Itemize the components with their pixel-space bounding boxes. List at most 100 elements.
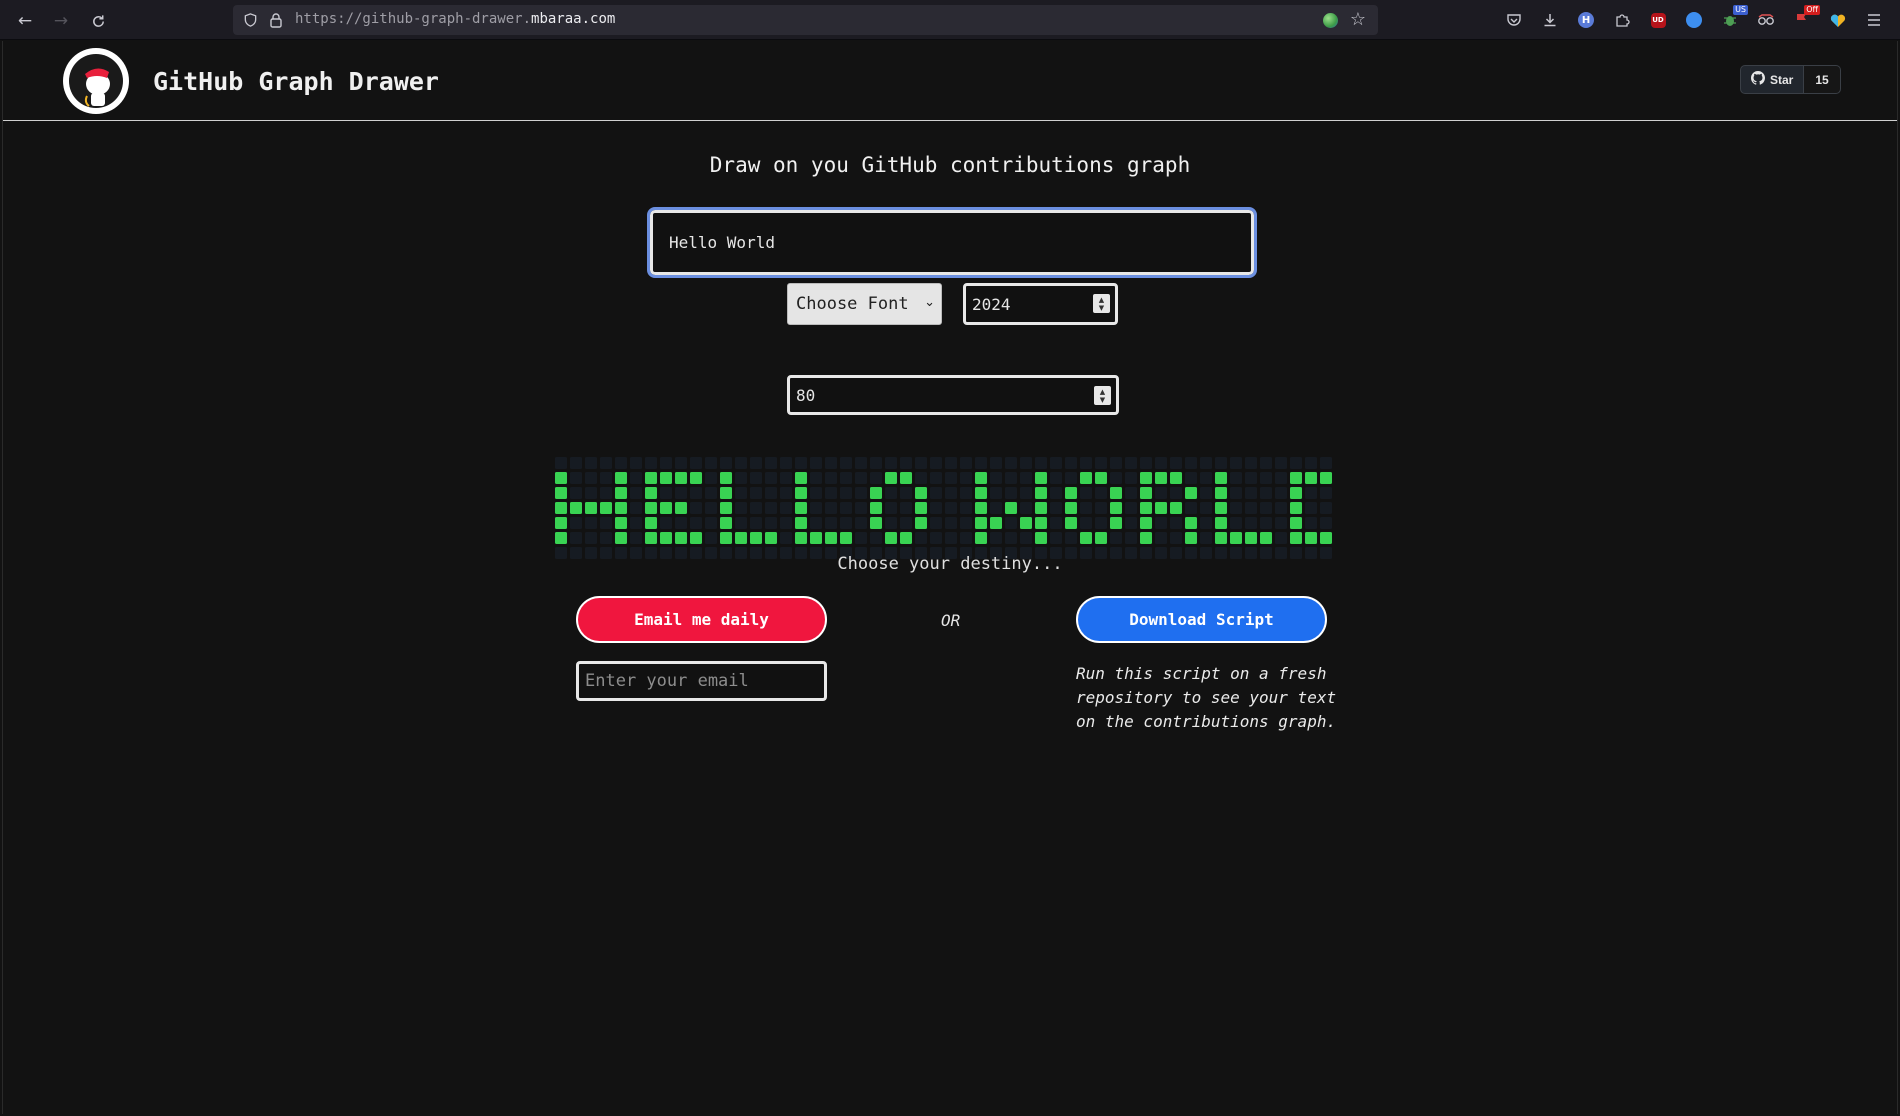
contribution-cell bbox=[1125, 502, 1137, 514]
contribution-cell bbox=[945, 487, 957, 499]
contribution-cell-filled bbox=[720, 472, 732, 484]
contribution-cell bbox=[660, 517, 672, 529]
extension-h-icon[interactable]: H bbox=[1576, 10, 1596, 30]
contribution-cell bbox=[840, 502, 852, 514]
contribution-cell-filled bbox=[690, 472, 702, 484]
contribution-cell bbox=[855, 457, 867, 469]
contribution-cell bbox=[660, 487, 672, 499]
contribution-cell bbox=[990, 502, 1002, 514]
url-prefix: https://github-graph-drawer. bbox=[295, 11, 532, 27]
contribution-cell bbox=[585, 532, 597, 544]
contribution-cell bbox=[705, 502, 717, 514]
contribution-cell bbox=[1245, 517, 1257, 529]
contribution-cell bbox=[1125, 517, 1137, 529]
pocket-icon[interactable] bbox=[1504, 10, 1524, 30]
tracking-shield-icon[interactable] bbox=[243, 12, 258, 32]
contribution-cell-filled bbox=[645, 487, 657, 499]
contribution-cell-filled bbox=[1290, 487, 1302, 499]
contribution-cell bbox=[585, 487, 597, 499]
extension-flag-icon[interactable]: Off bbox=[1792, 5, 1820, 30]
contribution-cell-filled bbox=[900, 472, 912, 484]
contribution-cell-filled bbox=[645, 532, 657, 544]
extension-blue-icon[interactable] bbox=[1684, 10, 1704, 30]
contribution-cell bbox=[1230, 487, 1242, 499]
contribution-cell-filled bbox=[615, 532, 627, 544]
reload-icon[interactable] bbox=[85, 8, 111, 34]
commit-count-input[interactable]: 80 ▲ ▼ bbox=[787, 375, 1119, 415]
contribution-cell bbox=[1020, 472, 1032, 484]
contribution-cell bbox=[1305, 502, 1317, 514]
script-instructions: Run this script on a fresh repository to… bbox=[1076, 664, 1337, 731]
contribution-cell-filled bbox=[600, 502, 612, 514]
forward-icon[interactable]: → bbox=[48, 8, 74, 34]
contribution-cell bbox=[840, 487, 852, 499]
contribution-cell bbox=[1095, 502, 1107, 514]
contribution-cell bbox=[1245, 472, 1257, 484]
contribution-cell bbox=[705, 472, 717, 484]
contribution-cell-filled bbox=[915, 502, 927, 514]
contribution-cell bbox=[780, 487, 792, 499]
extension-bug-icon[interactable]: US bbox=[1720, 5, 1748, 30]
contribution-cell bbox=[1245, 487, 1257, 499]
ublock-icon[interactable]: UD bbox=[1648, 10, 1668, 30]
bookmark-star-icon[interactable]: ☆ bbox=[1350, 9, 1366, 30]
email-me-daily-button[interactable]: Email me daily bbox=[576, 596, 827, 643]
contribution-cell bbox=[855, 487, 867, 499]
site-logo[interactable] bbox=[63, 48, 129, 114]
lock-icon[interactable] bbox=[269, 12, 283, 32]
contribution-cell bbox=[1155, 517, 1167, 529]
year-spinner-icon[interactable]: ▲ ▼ bbox=[1093, 294, 1110, 313]
contribution-cell bbox=[585, 472, 597, 484]
contribution-cell bbox=[900, 487, 912, 499]
contribution-cell bbox=[1185, 457, 1197, 469]
graph-text-input[interactable] bbox=[647, 207, 1257, 278]
contribution-cell bbox=[570, 457, 582, 469]
extension-heart-icon[interactable] bbox=[1828, 10, 1848, 30]
email-input[interactable] bbox=[576, 661, 827, 701]
contribution-cell bbox=[600, 472, 612, 484]
download-script-button[interactable]: Download Script bbox=[1076, 596, 1327, 643]
contribution-cell-filled bbox=[615, 517, 627, 529]
contribution-cell bbox=[660, 457, 672, 469]
github-star-button[interactable]: Star bbox=[1740, 65, 1805, 94]
contribution-cell bbox=[780, 472, 792, 484]
url-text[interactable]: https://github-graph-drawer.mbaraa.com bbox=[295, 11, 615, 27]
contribution-cell bbox=[585, 457, 597, 469]
extension-globe-icon[interactable] bbox=[1323, 13, 1338, 28]
contribution-cell bbox=[990, 472, 1002, 484]
font-select-value: Choose Font bbox=[796, 294, 909, 314]
extension-glasses-icon[interactable] bbox=[1756, 10, 1776, 30]
contribution-cell bbox=[900, 502, 912, 514]
contribution-cell bbox=[945, 502, 957, 514]
contribution-cell bbox=[1245, 502, 1257, 514]
contribution-cell-filled bbox=[555, 532, 567, 544]
menu-hamburger-icon[interactable] bbox=[1864, 10, 1884, 30]
back-icon[interactable]: ← bbox=[12, 8, 38, 34]
contribution-cell-filled bbox=[660, 502, 672, 514]
contribution-cell-filled bbox=[990, 517, 1002, 529]
github-star-count[interactable]: 15 bbox=[1804, 65, 1841, 94]
contribution-cell bbox=[870, 457, 882, 469]
contribution-cell-filled bbox=[720, 487, 732, 499]
font-select[interactable]: Choose Font ⌄ bbox=[787, 283, 942, 325]
contribution-cell bbox=[1050, 502, 1062, 514]
contribution-cell-filled bbox=[915, 487, 927, 499]
url-bar[interactable]: https://github-graph-drawer.mbaraa.com ☆ bbox=[233, 5, 1378, 35]
contribution-cell-filled bbox=[570, 502, 582, 514]
contribution-cell-filled bbox=[795, 532, 807, 544]
contribution-cell-filled bbox=[1215, 472, 1227, 484]
contribution-cell bbox=[1200, 457, 1212, 469]
year-input[interactable]: 2024 ▲ ▼ bbox=[963, 283, 1118, 325]
downloads-icon[interactable] bbox=[1540, 10, 1560, 30]
contribution-cell bbox=[690, 487, 702, 499]
contribution-cell-filled bbox=[825, 532, 837, 544]
contribution-cell bbox=[1170, 532, 1182, 544]
contribution-cell-filled bbox=[885, 472, 897, 484]
contribution-cell-filled bbox=[1005, 502, 1017, 514]
count-spinner-icon[interactable]: ▲ ▼ bbox=[1094, 386, 1111, 405]
extensions-puzzle-icon[interactable] bbox=[1612, 10, 1632, 30]
contribution-cell bbox=[960, 517, 972, 529]
page: GitHub Graph Drawer Star 15 Draw on you … bbox=[2, 41, 1898, 1114]
contribution-cell bbox=[1200, 472, 1212, 484]
contribution-cell bbox=[825, 502, 837, 514]
